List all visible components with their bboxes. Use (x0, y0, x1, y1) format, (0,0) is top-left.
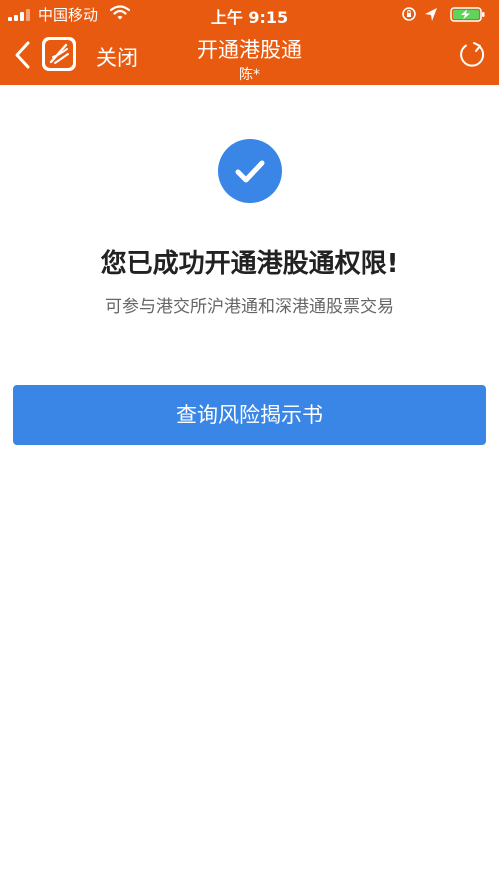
header: 中国移动 上午 9:15 关闭 开通港股通 陈* (0, 0, 499, 85)
refresh-icon[interactable] (457, 40, 487, 70)
view-risk-disclosure-button[interactable]: 查询风险揭示书 (13, 385, 486, 445)
location-arrow-icon (425, 8, 437, 21)
status-indicators (402, 7, 485, 22)
page: 中国移动 上午 9:15 关闭 开通港股通 陈* 您已成功开通港股通权限! 可参… (0, 0, 499, 889)
battery-charging-icon (450, 7, 485, 22)
checkmark-circle-icon (218, 139, 282, 203)
success-title: 您已成功开通港股通权限! (100, 249, 399, 279)
page-title: 开通港股通 (197, 38, 302, 62)
status-bar: 中国移动 上午 9:15 (0, 0, 499, 28)
orientation-lock-icon (402, 7, 416, 21)
success-description: 可参与港交所沪港通和深港通股票交易 (105, 297, 394, 317)
nav-bar: 关闭 开通港股通 陈* (0, 28, 499, 85)
user-name: 陈* (239, 67, 260, 83)
